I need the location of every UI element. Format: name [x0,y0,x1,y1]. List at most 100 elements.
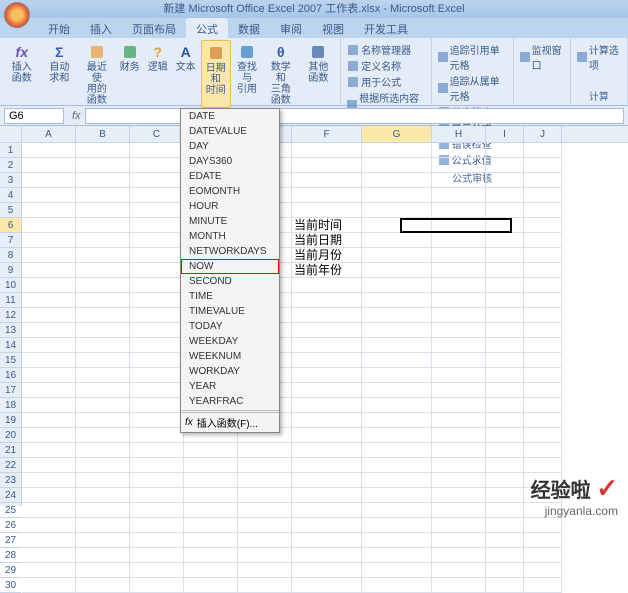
cell-B16[interactable] [76,368,130,383]
cell-B9[interactable] [76,263,130,278]
cell-B20[interactable] [76,428,130,443]
fn-month[interactable]: MONTH [181,229,279,244]
col-header-J[interactable]: J [524,126,562,142]
ribbon-trace-prec[interactable]: 追踪引用单元格 [438,42,507,72]
row-header-29[interactable]: 29 [0,563,21,578]
row-header-7[interactable]: 7 [0,233,21,248]
ribbon-text[interactable]: A文本 [173,40,199,108]
cell-C6[interactable] [130,218,184,233]
row-header-21[interactable]: 21 [0,443,21,458]
tab-开发工具[interactable]: 开发工具 [354,18,418,38]
cell-B21[interactable] [76,443,130,458]
cell-F24[interactable] [292,488,362,503]
cell-A12[interactable] [22,308,76,323]
cell-F16[interactable] [292,368,362,383]
cell-E25[interactable] [238,503,292,518]
cell-A3[interactable] [22,173,76,188]
row-header-18[interactable]: 18 [0,398,21,413]
cell-H19[interactable] [432,413,486,428]
cell-H3[interactable] [432,173,486,188]
fn-networkdays[interactable]: NETWORKDAYS [181,244,279,259]
cell-I11[interactable] [486,293,524,308]
cell-H9[interactable] [432,263,486,278]
col-header-C[interactable]: C [130,126,184,142]
cell-C27[interactable] [130,533,184,548]
fn-minute[interactable]: MINUTE [181,214,279,229]
row-header-9[interactable]: 9 [0,263,21,278]
cell-B23[interactable] [76,473,130,488]
cell-A22[interactable] [22,458,76,473]
cell-C24[interactable] [130,488,184,503]
cell-B24[interactable] [76,488,130,503]
cell-G30[interactable] [362,578,432,593]
formula-input[interactable] [85,108,624,124]
cell-C18[interactable] [130,398,184,413]
ribbon-lookup[interactable]: 查找与引用 [233,40,261,108]
cell-C14[interactable] [130,338,184,353]
ribbon-other[interactable]: 其他函数 [301,40,337,108]
cell-A27[interactable] [22,533,76,548]
cell-I9[interactable] [486,263,524,278]
cell-I19[interactable] [486,413,524,428]
cell-B7[interactable] [76,233,130,248]
cell-H24[interactable] [432,488,486,503]
cell-C21[interactable] [130,443,184,458]
cell-F6[interactable]: 当前时间 [292,218,362,233]
cell-H28[interactable] [432,548,486,563]
cell-J10[interactable] [524,278,562,293]
cell-C19[interactable] [130,413,184,428]
cell-I7[interactable] [486,233,524,248]
cell-A25[interactable] [22,503,76,518]
ribbon-recent[interactable]: 最近使用的函数 [79,40,115,108]
cell-E23[interactable] [238,473,292,488]
cell-C22[interactable] [130,458,184,473]
row-header-22[interactable]: 22 [0,458,21,473]
row-header-12[interactable]: 12 [0,308,21,323]
cell-C20[interactable] [130,428,184,443]
fn-time[interactable]: TIME [181,289,279,304]
tab-页面布局[interactable]: 页面布局 [122,18,186,38]
cell-I30[interactable] [486,578,524,593]
row-header-25[interactable]: 25 [0,503,21,518]
cell-J19[interactable] [524,413,562,428]
cell-A28[interactable] [22,548,76,563]
cell-C4[interactable] [130,188,184,203]
tab-视图[interactable]: 视图 [312,18,354,38]
cell-C30[interactable] [130,578,184,593]
cell-I17[interactable] [486,383,524,398]
ribbon-name-mgr[interactable]: 名称管理器 [347,42,424,57]
cell-E24[interactable] [238,488,292,503]
row-header-23[interactable]: 23 [0,473,21,488]
cell-H16[interactable] [432,368,486,383]
col-header-A[interactable]: A [22,126,76,142]
cell-F8[interactable]: 当前月份 [292,248,362,263]
cell-I16[interactable] [486,368,524,383]
cell-J28[interactable] [524,548,562,563]
cell-D27[interactable] [184,533,238,548]
tab-审阅[interactable]: 审阅 [270,18,312,38]
cell-H4[interactable] [432,188,486,203]
cell-B25[interactable] [76,503,130,518]
cell-E21[interactable] [238,443,292,458]
cell-E27[interactable] [238,533,292,548]
cell-H20[interactable] [432,428,486,443]
cell-B19[interactable] [76,413,130,428]
cell-B14[interactable] [76,338,130,353]
cell-J22[interactable] [524,458,562,473]
col-header-I[interactable]: I [486,126,524,142]
cell-B18[interactable] [76,398,130,413]
cell-G17[interactable] [362,383,432,398]
cell-I5[interactable] [486,203,524,218]
cell-A30[interactable] [22,578,76,593]
row-header-5[interactable]: 5 [0,203,21,218]
cell-C10[interactable] [130,278,184,293]
fn-day[interactable]: DAY [181,139,279,154]
cell-B15[interactable] [76,353,130,368]
cell-J18[interactable] [524,398,562,413]
ribbon-autosum[interactable]: Σ自动求和 [42,40,78,108]
cell-D25[interactable] [184,503,238,518]
cell-F15[interactable] [292,353,362,368]
cell-J13[interactable] [524,323,562,338]
cell-B17[interactable] [76,383,130,398]
row-header-8[interactable]: 8 [0,248,21,263]
